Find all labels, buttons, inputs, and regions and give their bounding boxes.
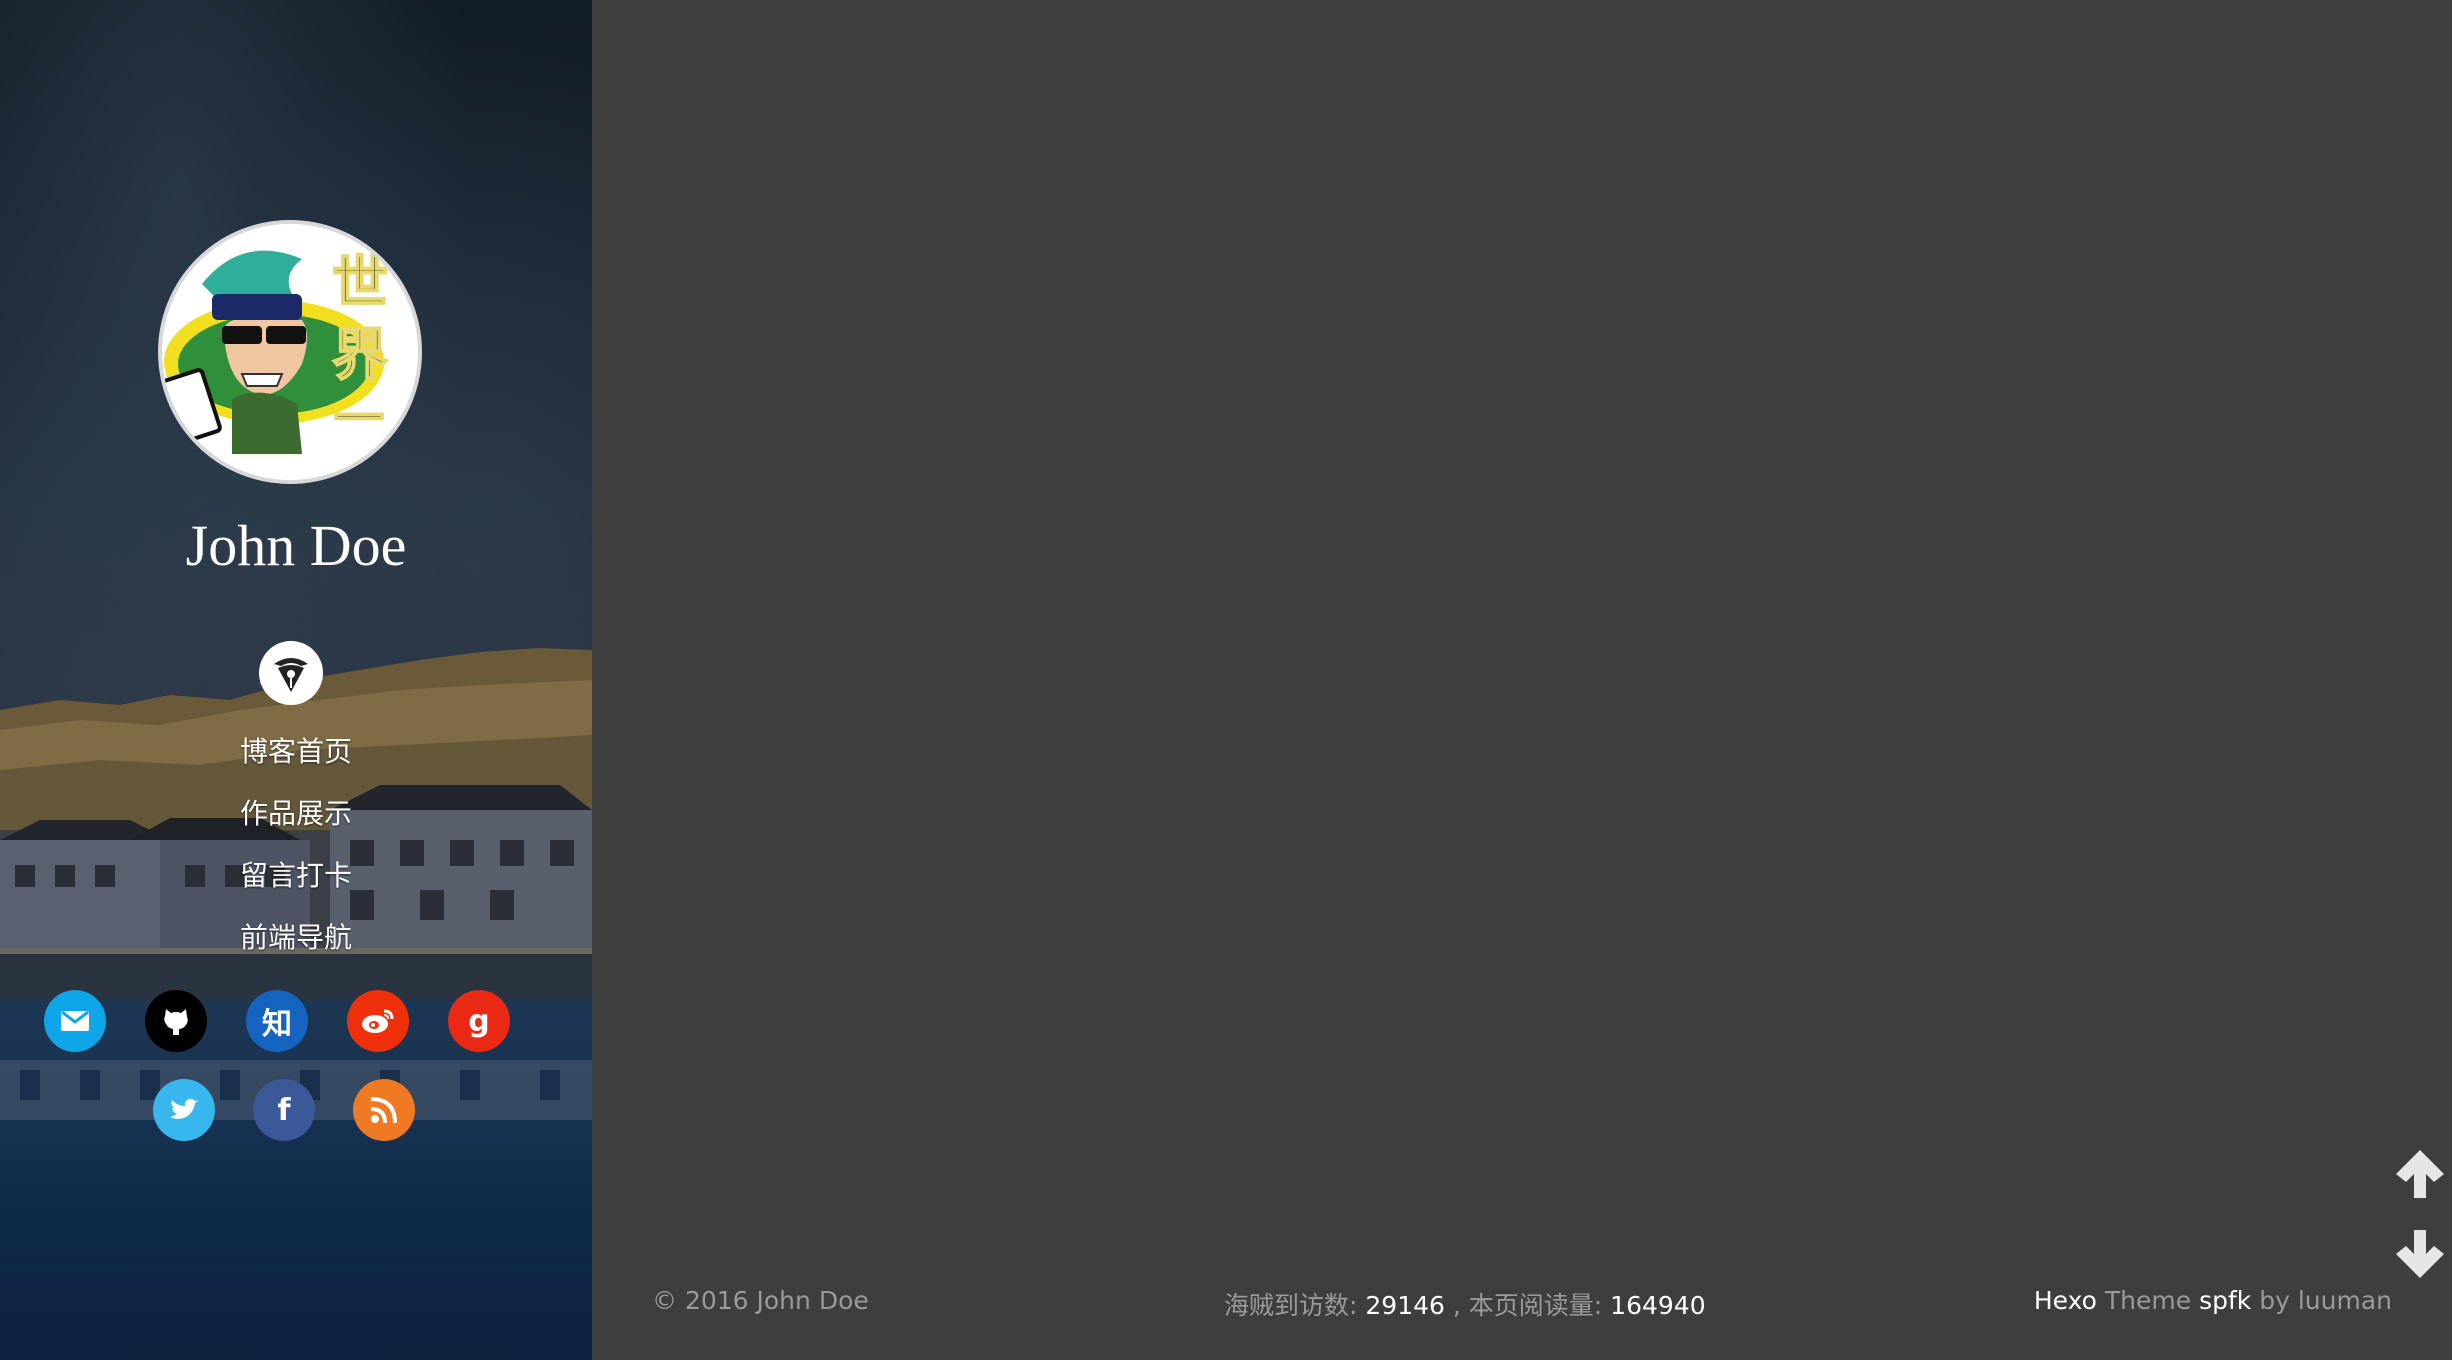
scroll-to-top-button[interactable] [2392,1146,2448,1202]
visits-label: 海贼到访数: [1224,1291,1358,1320]
svg-text:世: 世 [332,251,388,316]
social-links-row-2: f [153,1079,453,1141]
footer-theme-credit: Hexo Theme spfk by luuman [2034,1286,2392,1315]
theme-word: Theme [2104,1286,2192,1315]
author-name[interactable]: John Doe [0,512,592,579]
pen-nib-icon [274,658,308,692]
rss-icon[interactable] [353,1079,415,1141]
sidebar: 世 界 一 John Doe 博客首页 作品展示 留言打卡 前端导航 知 g f [0,0,592,1360]
twitter-icon[interactable] [153,1079,215,1141]
svg-text:一: 一 [334,390,384,448]
facebook-icon[interactable]: f [253,1079,315,1141]
site-logo-icon[interactable] [259,641,323,705]
zhihu-icon[interactable]: 知 [246,990,308,1052]
github-icon[interactable] [145,990,207,1052]
nav-item-guestbook[interactable]: 留言打卡 [0,854,592,916]
scroll-to-bottom-button[interactable] [2392,1226,2448,1282]
visits-value: 29146 [1365,1291,1445,1320]
nav-item-home[interactable]: 博客首页 [0,730,592,792]
google-icon[interactable]: g [448,990,510,1052]
weibo-icon[interactable] [347,990,409,1052]
stats-separator: , [1452,1291,1461,1320]
main-content [592,0,2452,1360]
theme-author[interactable]: luuman [2298,1286,2392,1315]
theme-by-word: by [2259,1286,2290,1315]
avatar[interactable]: 世 界 一 [158,220,422,484]
avatar-image: 世 界 一 [162,224,418,480]
mail-icon[interactable] [44,990,106,1052]
hexo-link[interactable]: Hexo [2034,1286,2097,1315]
nav-item-works[interactable]: 作品展示 [0,792,592,854]
arrow-down-icon [2396,1230,2444,1278]
nav-item-frontend-nav[interactable]: 前端导航 [0,916,592,978]
sidebar-nav: 博客首页 作品展示 留言打卡 前端导航 [0,730,592,978]
arrow-up-icon [2396,1150,2444,1198]
reads-value: 164940 [1610,1291,1706,1320]
social-links-row-1: 知 g [44,990,549,1052]
theme-name-link[interactable]: spfk [2199,1286,2251,1315]
footer-copyright: © 2016 John Doe [652,1286,869,1315]
footer-stats: 海贼到访数: 29146 , 本页阅读量: 164940 [1224,1286,1706,1322]
reads-label: 本页阅读量: [1468,1291,1603,1320]
footer: © 2016 John Doe 海贼到访数: 29146 , 本页阅读量: 16… [592,1286,2452,1326]
svg-text:界: 界 [332,323,388,388]
